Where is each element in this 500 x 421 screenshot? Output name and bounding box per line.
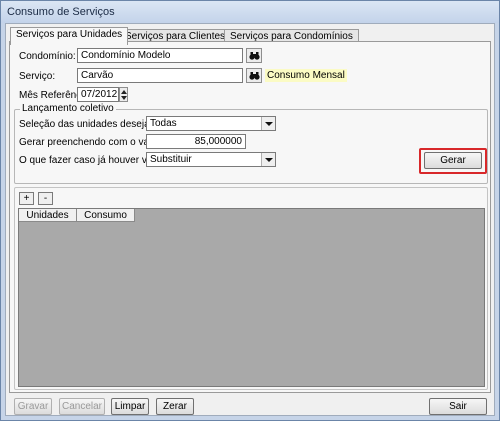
gerar-valor-label: Gerar preenchendo com o valor: <box>19 137 163 148</box>
selecao-unidades-value: Todas <box>150 118 177 129</box>
client-area: Serviços para Unidades Serviços para Cli… <box>5 23 495 416</box>
column-header-consumo[interactable]: Consumo <box>77 209 135 222</box>
gerar-valor-input[interactable]: 85,000000 <box>146 134 246 149</box>
zerar-button-label: Zerar <box>163 401 187 412</box>
servico-hint: Consumo Mensal <box>265 69 347 82</box>
servico-label: Serviço: <box>19 71 56 82</box>
gravar-button[interactable]: Gravar <box>14 398 52 415</box>
gravar-button-label: Gravar <box>17 401 49 412</box>
tab-servicos-unidades[interactable]: Serviços para Unidades <box>10 27 129 45</box>
remove-row-button[interactable]: - <box>38 192 53 205</box>
app-window: Consumo de Serviços Serviços para Unidad… <box>0 0 500 421</box>
window-title: Consumo de Serviços <box>1 1 499 23</box>
selecao-unidades-select[interactable]: Todas <box>146 116 276 131</box>
condominio-search-button[interactable] <box>246 48 262 63</box>
zerar-button[interactable]: Zerar <box>156 398 194 415</box>
gerar-button[interactable]: Gerar <box>424 152 482 169</box>
o-que-fazer-select[interactable]: Substituir <box>146 152 276 167</box>
chevron-down-icon[interactable] <box>261 153 275 166</box>
limpar-button-label: Limpar <box>114 401 146 412</box>
binoculars-icon <box>249 52 260 60</box>
lancamento-coletivo-title: Lançamento coletivo <box>20 103 116 114</box>
footer-toolbar: Gravar Cancelar Limpar Zerar Sair <box>9 392 491 415</box>
column-header-unidades[interactable]: Unidades <box>19 209 77 222</box>
sair-button-label: Sair <box>449 401 467 412</box>
cancelar-button-label: Cancelar <box>61 401 103 412</box>
spin-up-icon[interactable] <box>121 90 127 94</box>
o-que-fazer-value: Substituir <box>150 154 192 165</box>
limpar-button[interactable]: Limpar <box>111 398 149 415</box>
cancelar-button[interactable]: Cancelar <box>59 398 105 415</box>
mes-referencia-spinner[interactable] <box>119 87 128 102</box>
chevron-down-icon[interactable] <box>261 117 275 130</box>
servico-input[interactable]: Carvão <box>77 68 243 83</box>
sair-button[interactable]: Sair <box>429 398 487 415</box>
grid-panel: + - Unidades Consumo <box>14 187 488 390</box>
spin-down-icon[interactable] <box>121 96 127 100</box>
consumo-grid[interactable]: Unidades Consumo <box>18 208 485 387</box>
gerar-button-label: Gerar <box>440 155 466 166</box>
servico-search-button[interactable] <box>246 68 262 83</box>
add-row-button[interactable]: + <box>19 192 34 205</box>
mes-referencia-input[interactable]: 07/2012 <box>77 87 119 102</box>
condominio-label: Condomínio: <box>19 51 76 62</box>
tab-panel: Condomínio: Condomínio Modelo Serviço: C… <box>9 41 491 393</box>
condominio-input[interactable]: Condomínio Modelo <box>77 48 243 63</box>
binoculars-icon <box>249 72 260 80</box>
lancamento-coletivo-group: Lançamento coletivo Seleção das unidades… <box>14 103 488 184</box>
